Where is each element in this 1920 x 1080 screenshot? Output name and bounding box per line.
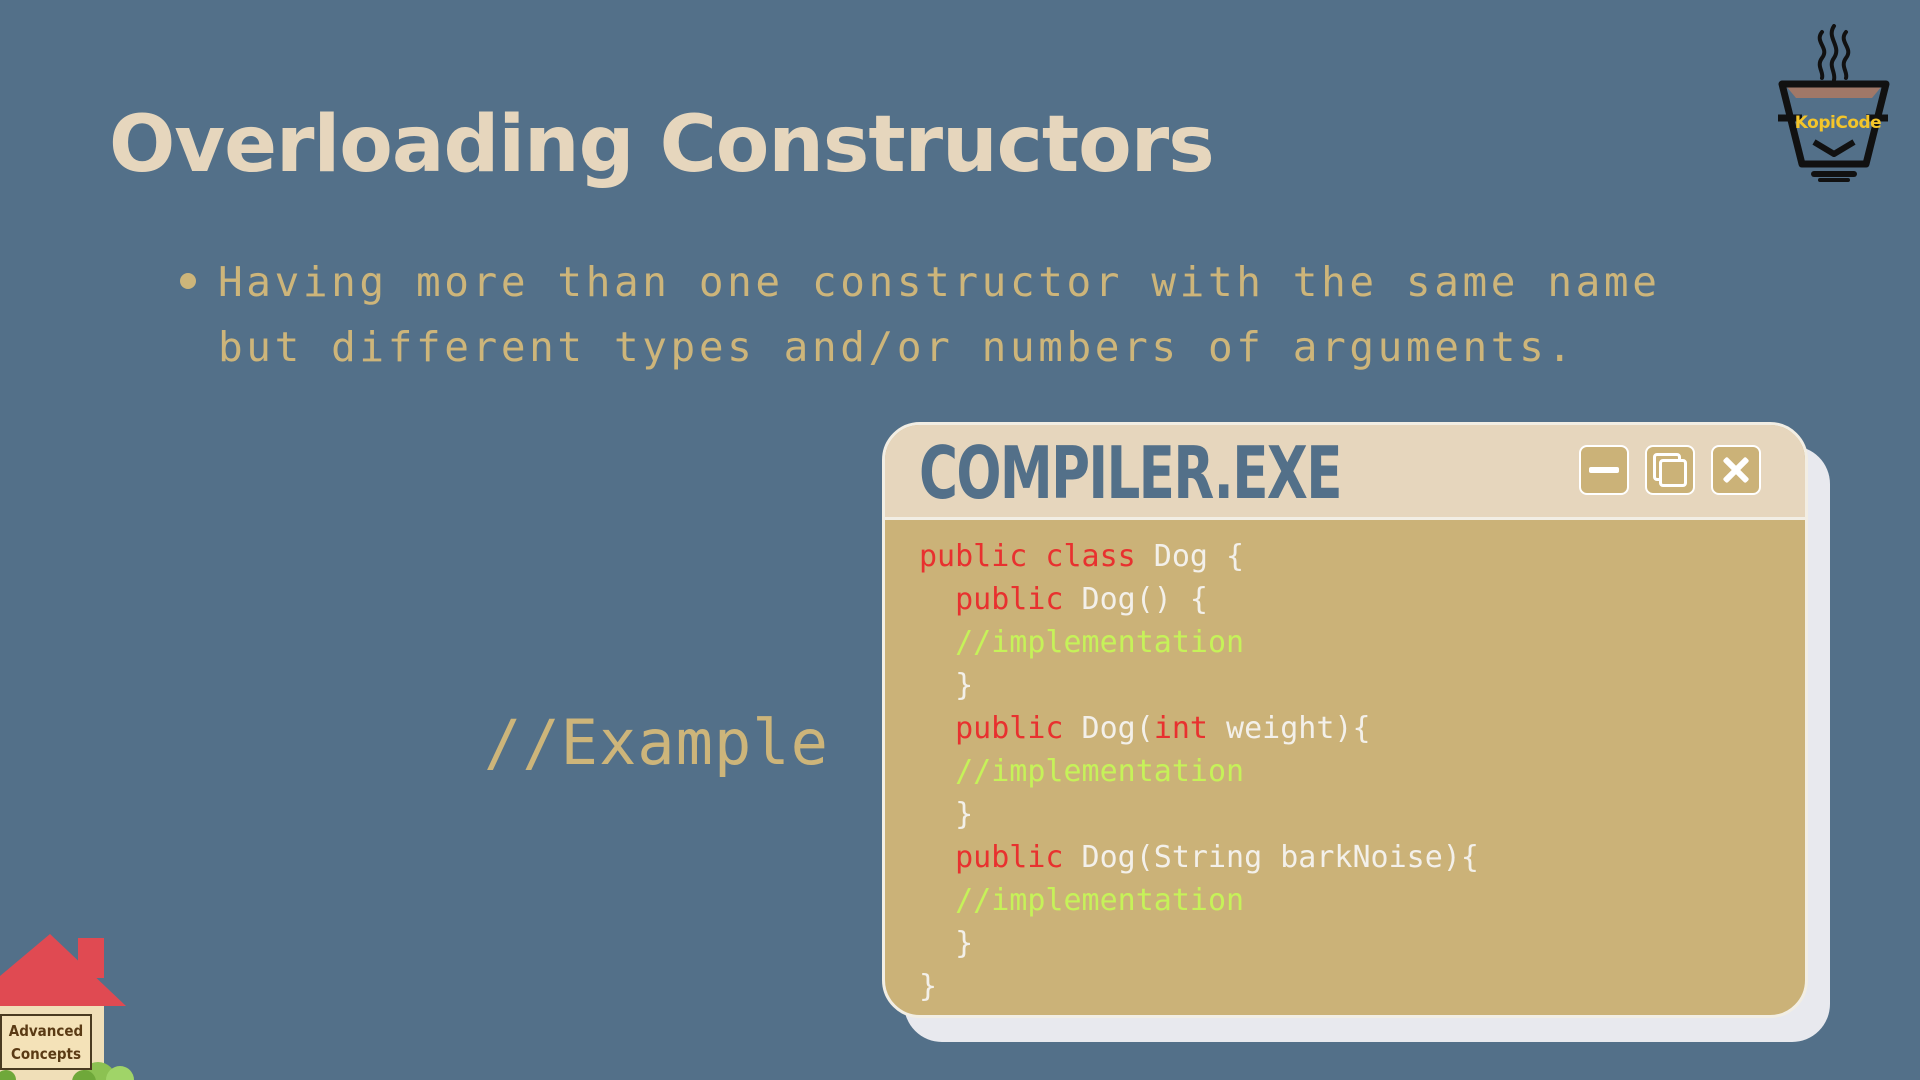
bullet-item: Having more than one constructor with th… [180,250,1760,380]
code-token: } [919,969,938,1004]
code-token: Dog { [1135,539,1245,574]
code-line: //implementation [919,750,1479,793]
code-token: } [919,797,974,832]
code-line: public Dog(int weight){ [919,707,1479,750]
code-token: public class [919,539,1136,574]
code-token: public [919,840,1064,875]
compiler-window: COMPILER.EXE public class Dog { public D… [882,422,1808,1018]
code-line: } [919,965,1479,1008]
code-line: } [919,664,1479,707]
code-line: public Dog(String barkNoise){ [919,836,1479,879]
code-token: public [919,711,1064,746]
bullet-list: Having more than one constructor with th… [180,250,1760,380]
code-line: //implementation [919,621,1479,664]
code-token: Dog(String barkNoise){ [1063,840,1479,875]
kopicode-logo: KopiCode [1774,24,1894,184]
bullet-text: Having more than one constructor with th… [218,258,1661,371]
minimize-button[interactable] [1579,445,1629,495]
code-token: } [919,668,974,703]
code-token: public [919,582,1064,617]
code-block: public class Dog { public Dog() { //impl… [919,535,1479,1008]
logo-text: KopiCode [1794,113,1882,133]
house-sign-line1: Advanced [8,1022,84,1040]
code-token: //implementation [919,754,1245,789]
code-line: } [919,922,1479,965]
house-sign: Advanced Concepts [0,1014,92,1070]
example-label: //Example [484,706,829,779]
code-line: } [919,793,1479,836]
coffee-cup-icon [1778,24,1890,182]
window-titlebar: COMPILER.EXE [885,425,1805,520]
code-line: //implementation [919,879,1479,922]
code-token: int [1153,711,1208,746]
code-token: } [919,926,974,961]
house-sign-line2: Concepts [10,1045,82,1063]
code-line: public class Dog { [919,535,1479,578]
bullet-dot-icon [180,273,196,289]
code-token: weight){ [1208,711,1371,746]
code-line: public Dog() { [919,578,1479,621]
maximize-button[interactable] [1645,445,1695,495]
code-token: Dog( [1063,711,1154,746]
code-token: //implementation [919,883,1245,918]
window-title: COMPILER.EXE [919,431,1342,515]
slide-title: Overloading Constructors [109,100,1215,190]
code-token: Dog() { [1063,582,1208,617]
minimize-icon [1589,467,1619,473]
close-button[interactable] [1711,445,1761,495]
code-token: //implementation [919,625,1245,660]
